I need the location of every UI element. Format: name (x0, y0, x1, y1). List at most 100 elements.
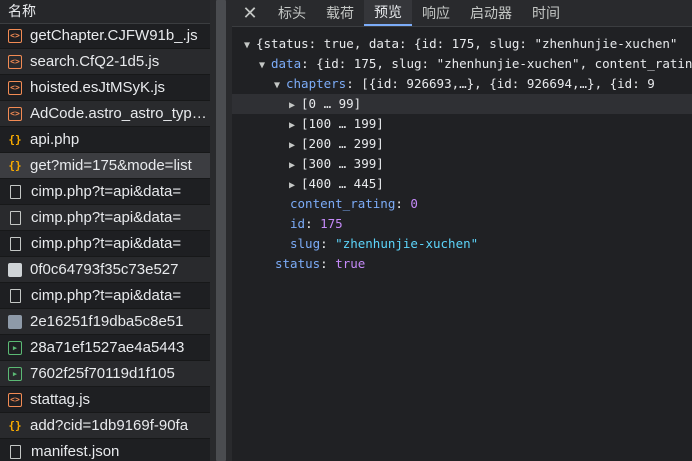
request-name: stattag.js (30, 391, 91, 408)
request-name: manifest.json (31, 443, 120, 460)
request-row[interactable]: {} api.php (0, 127, 210, 153)
expanded-triangle-icon[interactable]: ▼ (274, 76, 286, 96)
collapsed-triangle-icon[interactable]: ▶ (289, 136, 301, 156)
chapters-key: chapters (286, 76, 347, 91)
id-value: 175 (320, 216, 343, 231)
range-label: [0 … 99] (301, 96, 362, 111)
chapters-summary: [{id: 926693,…}, {id: 926694,…}, {id: 9 (361, 76, 655, 91)
request-row[interactable]: ▶ 7602f25f70119d1f105 (0, 361, 210, 387)
content-rating-key: content_rating (290, 196, 396, 211)
request-row[interactable]: cimp.php?t=api&data= (0, 179, 210, 205)
tree-chapters[interactable]: ▼ chapters: [{id: 926693,…}, {id: 926694,… (274, 74, 692, 94)
collapsed-triangle-icon[interactable]: ▶ (289, 96, 301, 116)
range-label: [300 … 399] (301, 156, 384, 171)
tree-id[interactable]: id: 175 (290, 214, 692, 234)
collapsed-triangle-icon[interactable]: ▶ (289, 116, 301, 136)
document-icon (10, 210, 21, 225)
request-row[interactable]: 0f0c64793f35c73e527 (0, 257, 210, 283)
api-icon: {} (8, 133, 22, 146)
request-row[interactable]: {} add?cid=1db9169f-90fa (0, 413, 210, 439)
tree-content-rating[interactable]: content_rating: 0 (290, 194, 692, 214)
request-row[interactable]: {} get?mid=175&mode=list (0, 153, 210, 179)
js-file-icon: <> (8, 54, 22, 69)
request-name: 28a71ef1527ae4a5443 (30, 339, 185, 356)
media-icon: ▶ (8, 366, 22, 381)
request-name: cimp.php?t=api&data= (31, 235, 182, 252)
tree-range-row[interactable]: ▶ [100 … 199] (232, 114, 692, 134)
image-icon (8, 262, 22, 277)
collapsed-triangle-icon[interactable]: ▶ (289, 156, 301, 176)
js-file-icon: <> (8, 392, 22, 407)
json-preview: ▼ {status: true, data: {id: 175, slug: "z… (232, 34, 692, 461)
document-icon (10, 236, 21, 251)
request-name: search.CfQ2-1d5.js (30, 53, 160, 70)
request-row[interactable]: cimp.php?t=api&data= (0, 231, 210, 257)
api-icon: {} (8, 419, 22, 432)
data-summary: {id: 175, slug: "zhenhunjie-xuchen", con… (316, 56, 692, 71)
request-list: 名称 <> getChapter.CJFW91b_.js <> search.CfQ2… (0, 0, 210, 461)
request-name: getChapter.CJFW91b_.js (30, 27, 198, 44)
tree-slug[interactable]: slug: "zhenhunjie-xuchen" (290, 234, 692, 254)
request-row[interactable]: manifest.json (0, 439, 210, 461)
request-row[interactable]: <> search.CfQ2-1d5.js (0, 49, 210, 75)
tree-range-row[interactable]: ▶ [400 … 445] (232, 174, 692, 194)
request-name: cimp.php?t=api&data= (31, 287, 182, 304)
range-label: [200 … 299] (301, 136, 384, 151)
request-row[interactable]: ▶ 28a71ef1527ae4a5443 (0, 335, 210, 361)
document-icon (10, 288, 21, 303)
range-label: [100 … 199] (301, 116, 384, 131)
request-row[interactable]: <> hoisted.esJtMSyK.js (0, 75, 210, 101)
js-file-icon: <> (8, 28, 22, 43)
request-name: cimp.php?t=api&data= (31, 209, 182, 226)
request-name: get?mid=175&mode=list (30, 157, 192, 174)
request-name: 7602f25f70119d1f105 (30, 365, 175, 382)
expanded-triangle-icon[interactable]: ▼ (259, 56, 271, 76)
scrollbar-thumb[interactable] (216, 0, 226, 461)
tree-data[interactable]: ▼ data: {id: 175, slug: "zhenhunjie-xuche… (259, 54, 692, 74)
js-file-icon: <> (8, 80, 22, 95)
tab-timing[interactable]: 时间 (522, 0, 570, 26)
request-row[interactable]: cimp.php?t=api&data= (0, 283, 210, 309)
collapsed-triangle-icon[interactable]: ▶ (289, 176, 301, 196)
data-key: data (271, 56, 302, 71)
tab-preview[interactable]: 预览 (364, 0, 412, 26)
status-value: true (335, 256, 366, 271)
request-name: hoisted.esJtMSyK.js (30, 79, 166, 96)
request-name: 0f0c64793f35c73e527 (30, 261, 179, 278)
request-name: api.php (30, 131, 80, 148)
tab-response[interactable]: 响应 (412, 0, 460, 26)
column-header-name[interactable]: 名称 (0, 0, 210, 24)
request-row[interactable]: <> getChapter.CJFW91b_.js (0, 23, 210, 49)
tree-range-row[interactable]: ▶ [200 … 299] (232, 134, 692, 154)
tree-range-row[interactable]: ▶ [300 … 399] (232, 154, 692, 174)
close-icon[interactable]: ✕ (232, 0, 268, 26)
api-icon: {} (8, 159, 22, 172)
document-icon (10, 444, 21, 459)
request-name: cimp.php?t=api&data= (31, 183, 182, 200)
status-key: status (275, 256, 321, 271)
id-key: id (290, 216, 306, 231)
tree-range-row[interactable]: ▶ [0 … 99] (232, 94, 692, 114)
details-pane: ✕ 标头 载荷 预览 响应 启动器 时间 ▼ {status: true, dat… (232, 0, 692, 461)
request-row[interactable]: 2e16251f19dba5c8e51 (0, 309, 210, 335)
js-file-icon: <> (8, 106, 22, 121)
root-summary: {status: true, data: {id: 175, slug: "zh… (256, 36, 678, 51)
tab-payload[interactable]: 载荷 (316, 0, 364, 26)
slug-key: slug (290, 236, 321, 251)
request-row[interactable]: <> stattag.js (0, 387, 210, 413)
request-name: AdCode.astro_astro_type_script_index_0_l… (30, 105, 210, 122)
request-name: 2e16251f19dba5c8e51 (30, 313, 184, 330)
image-icon (8, 314, 22, 329)
expanded-triangle-icon[interactable]: ▼ (244, 36, 256, 56)
slug-value: "zhenhunjie-xuchen" (335, 236, 479, 251)
tab-initiator[interactable]: 启动器 (460, 0, 522, 26)
request-row[interactable]: <> AdCode.astro_astro_type_script_index_0… (0, 101, 210, 127)
request-row[interactable]: cimp.php?t=api&data= (0, 205, 210, 231)
tree-root[interactable]: ▼ {status: true, data: {id: 175, slug: "z… (244, 34, 692, 54)
details-tabbar: ✕ 标头 载荷 预览 响应 启动器 时间 (232, 0, 692, 27)
document-icon (10, 184, 21, 199)
tree-status[interactable]: status: true (275, 254, 692, 274)
tab-headers[interactable]: 标头 (268, 0, 316, 26)
request-name: add?cid=1db9169f-90fa (30, 417, 189, 434)
media-icon: ▶ (8, 340, 22, 355)
